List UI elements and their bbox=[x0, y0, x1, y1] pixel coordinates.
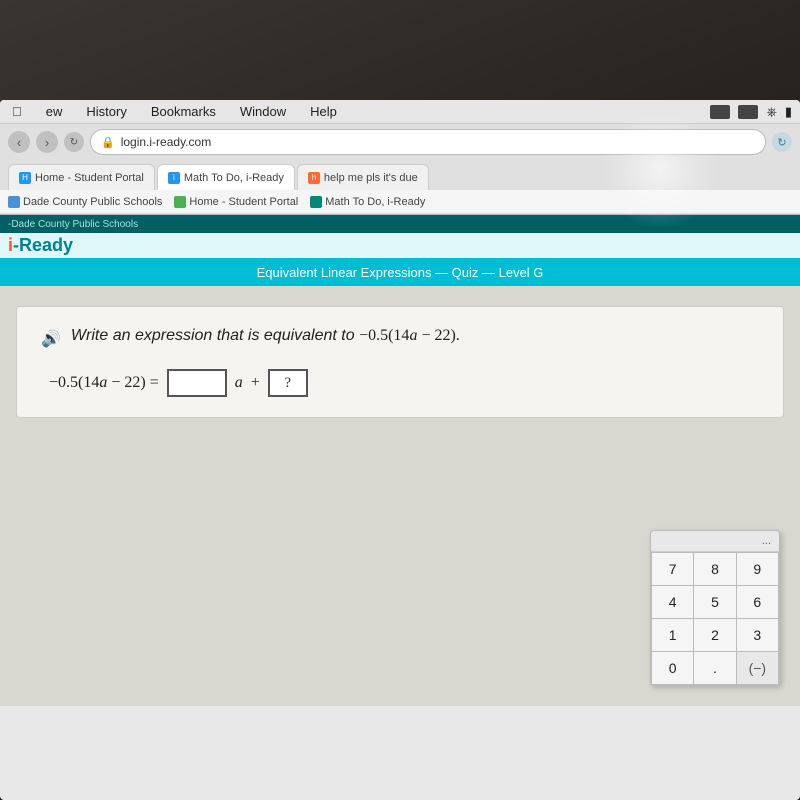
main-content: 🔊 Write an expression that is equivalent… bbox=[0, 286, 800, 706]
iready-app: -Dade County Public Schools i-Ready Equi… bbox=[0, 215, 800, 706]
laptop-screen:  ew History Bookmarks Window Help ⎈ ▮ ‹… bbox=[0, 100, 800, 800]
bookmark-math[interactable]: Math To Do, i-Ready bbox=[310, 196, 425, 208]
bm-icon-dade bbox=[8, 196, 20, 208]
question-math: −0.5(14a − 22). bbox=[359, 327, 460, 344]
menu-bar:  ew History Bookmarks Window Help ⎈ ▮ bbox=[0, 100, 800, 124]
calc-btn-0[interactable]: 0 bbox=[652, 652, 693, 684]
equation-row: −0.5(14a − 22) = a + ? bbox=[41, 369, 759, 397]
calc-btn-4[interactable]: 4 bbox=[652, 586, 693, 618]
dade-bar: -Dade County Public Schools bbox=[0, 215, 800, 233]
page-title-bar: Equivalent Linear Expressions — Quiz — L… bbox=[0, 258, 800, 286]
tab-favicon-math: i bbox=[168, 172, 180, 184]
calc-btn-7[interactable]: 7 bbox=[652, 553, 693, 585]
calc-btn-2[interactable]: 2 bbox=[694, 619, 735, 651]
calc-header-dots: ... bbox=[762, 535, 771, 547]
bluetooth-icon: ⎈ bbox=[766, 104, 776, 120]
tab-favicon-help: h bbox=[308, 172, 320, 184]
calc-header: ... bbox=[651, 531, 779, 552]
menu-help[interactable]: Help bbox=[306, 102, 341, 121]
bm-icon-home bbox=[174, 196, 186, 208]
calc-btn-3[interactable]: 3 bbox=[737, 619, 778, 651]
tab-favicon-home: H bbox=[19, 172, 31, 184]
tab-label-help: help me pls it's due bbox=[324, 172, 418, 184]
menu-apple[interactable]:  bbox=[8, 102, 26, 121]
iready-logo-dot: i bbox=[8, 235, 13, 255]
screen-background:  ew History Bookmarks Window Help ⎈ ▮ ‹… bbox=[0, 0, 800, 800]
reload-indicator[interactable]: ↻ bbox=[772, 132, 792, 152]
bookmark-dade[interactable]: Dade County Public Schools bbox=[8, 196, 162, 208]
calc-btn-decimal[interactable]: . bbox=[694, 652, 735, 684]
menu-bookmarks[interactable]: Bookmarks bbox=[147, 102, 220, 121]
tab-help[interactable]: h help me pls it's due bbox=[297, 164, 429, 190]
question-card: 🔊 Write an expression that is equivalent… bbox=[16, 306, 784, 418]
browser-toolbar: ‹ › ↻ 🔒 login.i-ready.com ↻ bbox=[0, 124, 800, 160]
calc-btn-1[interactable]: 1 bbox=[652, 619, 693, 651]
battery-icon: ▮ bbox=[785, 104, 792, 120]
back-button[interactable]: ‹ bbox=[8, 131, 30, 153]
menu-icon-1 bbox=[710, 105, 730, 119]
address-bar[interactable]: 🔒 login.i-ready.com bbox=[90, 129, 766, 155]
question-prompt: Write an expression that is equivalent t… bbox=[71, 327, 460, 345]
tab-label-home: Home - Student Portal bbox=[35, 172, 144, 184]
menu-window[interactable]: Window bbox=[236, 102, 290, 121]
coefficient-input[interactable] bbox=[167, 369, 227, 397]
iready-logo: i-Ready bbox=[8, 235, 73, 256]
question-header: 🔊 Write an expression that is equivalent… bbox=[41, 327, 759, 349]
url-text: login.i-ready.com bbox=[121, 135, 211, 149]
bm-icon-math bbox=[310, 196, 322, 208]
refresh-button[interactable]: ↻ bbox=[64, 132, 84, 152]
menu-bar-right: ⎈ ▮ bbox=[710, 104, 792, 120]
calc-btn-8[interactable]: 8 bbox=[694, 553, 735, 585]
calc-btn-negative[interactable]: (−) bbox=[737, 652, 778, 684]
operator-label: + bbox=[251, 374, 260, 392]
page-title: Equivalent Linear Expressions — Quiz — L… bbox=[257, 265, 544, 280]
constant-input[interactable]: ? bbox=[268, 369, 308, 397]
tab-math[interactable]: i Math To Do, i-Ready bbox=[157, 164, 295, 190]
menu-history[interactable]: History bbox=[82, 102, 130, 121]
forward-button[interactable]: › bbox=[36, 131, 58, 153]
speaker-icon[interactable]: 🔊 bbox=[41, 329, 61, 349]
calc-btn-6[interactable]: 6 bbox=[737, 586, 778, 618]
browser-chrome: ‹ › ↻ 🔒 login.i-ready.com ↻ H Home - Stu… bbox=[0, 124, 800, 215]
bm-label-math: Math To Do, i-Ready bbox=[325, 196, 425, 208]
bookmark-home[interactable]: Home - Student Portal bbox=[174, 196, 298, 208]
tab-label-math: Math To Do, i-Ready bbox=[184, 172, 284, 184]
menu-icon-2 bbox=[738, 105, 758, 119]
calculator: ... 7 8 9 4 5 6 1 2 3 0 . (−) bbox=[650, 530, 780, 686]
tab-home[interactable]: H Home - Student Portal bbox=[8, 164, 155, 190]
bm-label-dade: Dade County Public Schools bbox=[23, 196, 162, 208]
iready-logo-bar: i-Ready bbox=[0, 233, 800, 258]
equation-lhs: −0.5(14a − 22) = bbox=[49, 374, 159, 392]
lock-icon: 🔒 bbox=[101, 136, 115, 149]
calc-btn-9[interactable]: 9 bbox=[737, 553, 778, 585]
dade-bar-text: -Dade County Public Schools bbox=[8, 219, 138, 230]
browser-tabs: H Home - Student Portal i Math To Do, i-… bbox=[0, 160, 800, 190]
variable-label: a bbox=[235, 374, 243, 392]
calc-btn-5[interactable]: 5 bbox=[694, 586, 735, 618]
bm-label-home: Home - Student Portal bbox=[189, 196, 298, 208]
question-text-prefix: Write an expression that is equivalent t… bbox=[71, 327, 359, 344]
calc-grid: 7 8 9 4 5 6 1 2 3 0 . (−) bbox=[651, 552, 779, 685]
bookmarks-bar: Dade County Public Schools Home - Studen… bbox=[0, 190, 800, 214]
menu-ew[interactable]: ew bbox=[42, 102, 67, 121]
question-mark: ? bbox=[284, 375, 291, 392]
